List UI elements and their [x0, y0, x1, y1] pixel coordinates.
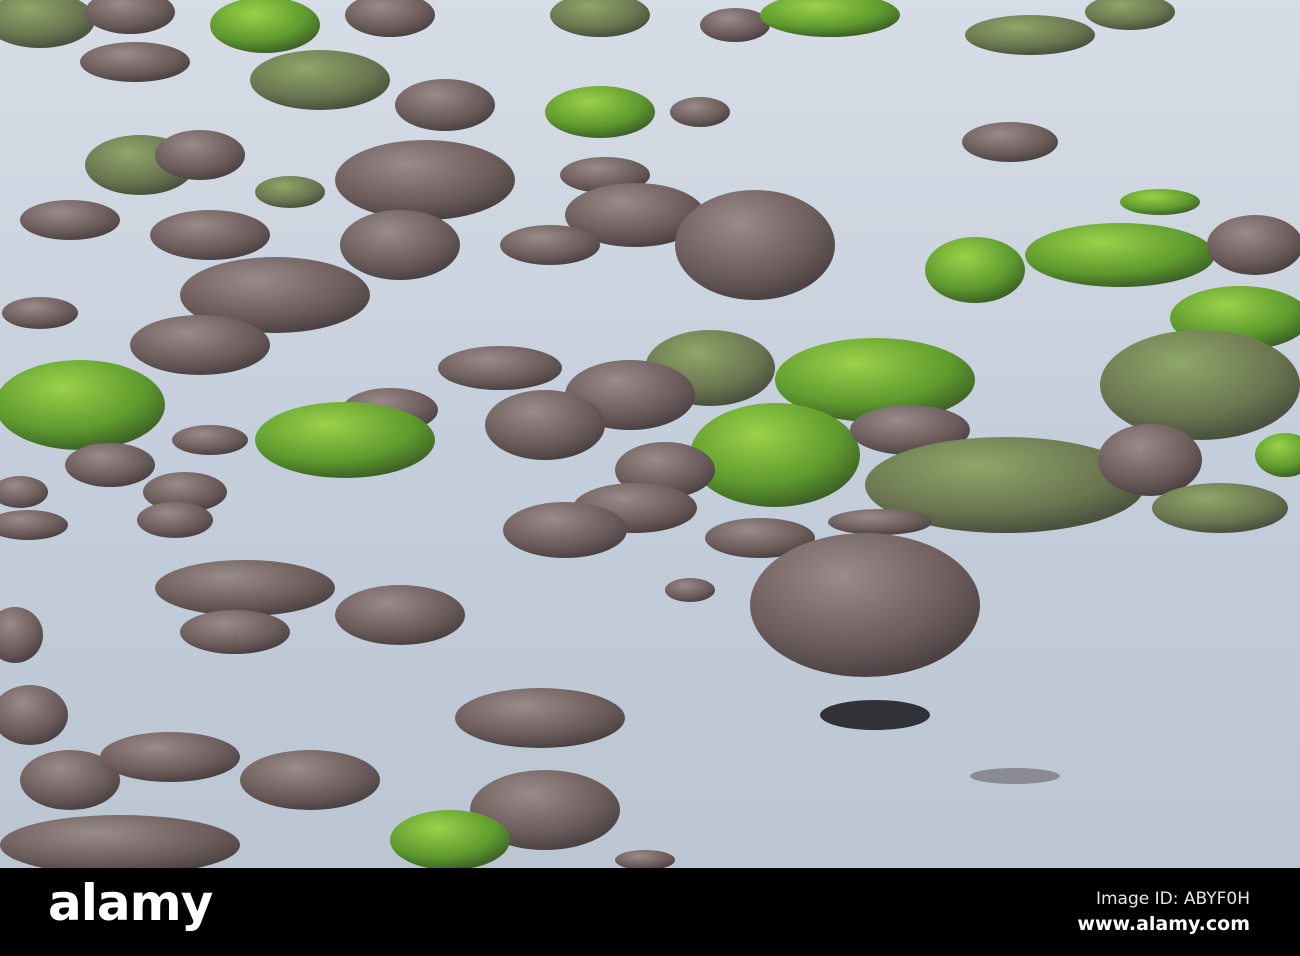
- website-link[interactable]: www.alamy.com: [1077, 913, 1250, 935]
- image-id: Image ID: ABYF0H: [1095, 889, 1250, 909]
- alamy-logo: alamy: [48, 874, 213, 932]
- photo-rocks-in-water: [0, 0, 1300, 868]
